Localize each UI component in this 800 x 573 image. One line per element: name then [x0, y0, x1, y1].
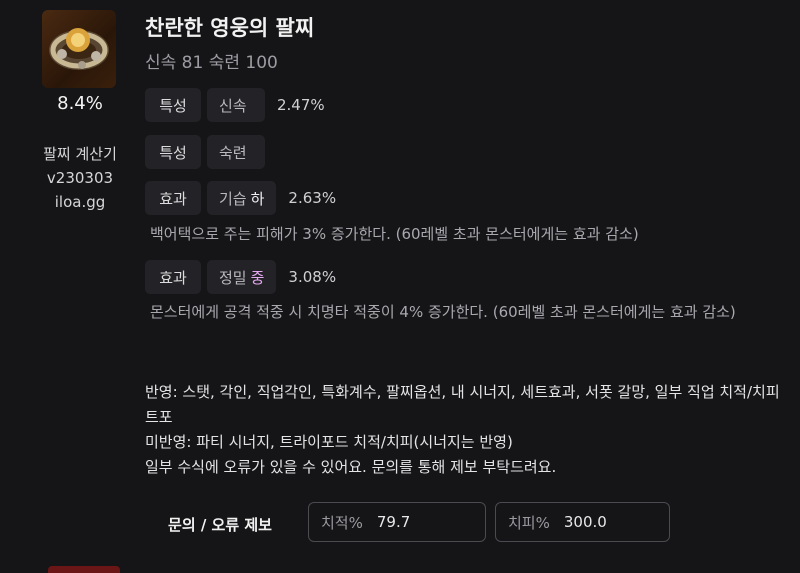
effect-name-tag: 기습 하	[207, 181, 277, 215]
effect-value: 3.08%	[288, 268, 337, 286]
crit-rate-value: 79.7	[376, 513, 411, 531]
effect-name: 기습	[219, 189, 247, 208]
effect-name: 숙련	[219, 143, 247, 162]
effect-name: 신속	[219, 96, 247, 115]
effect-row: 효과 정밀 중 3.08%	[145, 260, 336, 294]
calculator-site: iloa.gg	[54, 193, 106, 211]
effect-type-tag: 효과	[145, 260, 201, 294]
calculator-info: 팔찌 계산기 v230303 iloa.gg	[30, 142, 130, 214]
item-percent: 8.4%	[57, 93, 103, 114]
effect-value: 2.63%	[288, 189, 337, 207]
effect-type-tag: 특성	[145, 88, 201, 122]
crit-rate-field[interactable]: 치적% 79.7	[308, 502, 486, 542]
effect-description: 백어택으로 주는 피해가 3% 증가한다. (60레벨 초과 몬스터에게는 효과…	[150, 225, 639, 243]
effect-row: 효과 기습 하 2.63%	[145, 181, 336, 215]
bracelet-icon	[42, 10, 116, 88]
effect-value: 2.47%	[277, 96, 325, 114]
applied-note: 반영: 스탯, 각인, 직업각인, 특화계수, 팔찌옵션, 내 시너지, 세트효…	[145, 383, 780, 426]
effect-grade: 하	[250, 189, 265, 208]
calculator-name: 팔찌 계산기	[43, 145, 117, 163]
calculator-version: v230303	[46, 169, 114, 187]
effect-name-tag: 숙련	[207, 135, 265, 169]
effect-row: 특성 숙련	[145, 135, 265, 169]
report-error-button[interactable]: 문의 / 오류 제보	[145, 505, 295, 543]
crit-damage-label: 치피%	[508, 513, 550, 532]
effect-type-tag: 효과	[145, 181, 201, 215]
item-title: 찬란한 영웅의 팔찌	[145, 16, 315, 40]
next-item-icon-fragment	[48, 566, 120, 573]
effect-grade: 중	[250, 268, 265, 287]
effect-name: 정밀	[219, 268, 247, 287]
crit-damage-field[interactable]: 치피% 300.0	[495, 502, 670, 542]
calculation-notes: 반영: 스탯, 각인, 직업각인, 특화계수, 팔찌옵션, 내 시너지, 세트효…	[145, 380, 785, 480]
not-applied-note: 미반영: 파티 시너지, 트라이포드 치적/치피(시너지는 반영)	[145, 433, 513, 451]
effect-row: 특성 신속 2.47%	[145, 88, 325, 122]
effect-description: 몬스터에게 공격 적중 시 치명타 적중이 4% 증가한다. (60레벨 초과 …	[150, 303, 736, 321]
effect-type-tag: 특성	[145, 135, 201, 169]
effect-name-tag: 신속	[207, 88, 265, 122]
effect-name-tag: 정밀 중	[207, 260, 277, 294]
crit-rate-label: 치적%	[321, 513, 363, 532]
item-base-stats: 신속 81 숙련 100	[145, 53, 278, 73]
crit-damage-value: 300.0	[563, 513, 607, 531]
disclaimer-note: 일부 수식에 오류가 있을 수 있어요. 문의를 통해 제보 부탁드려요.	[145, 458, 557, 476]
